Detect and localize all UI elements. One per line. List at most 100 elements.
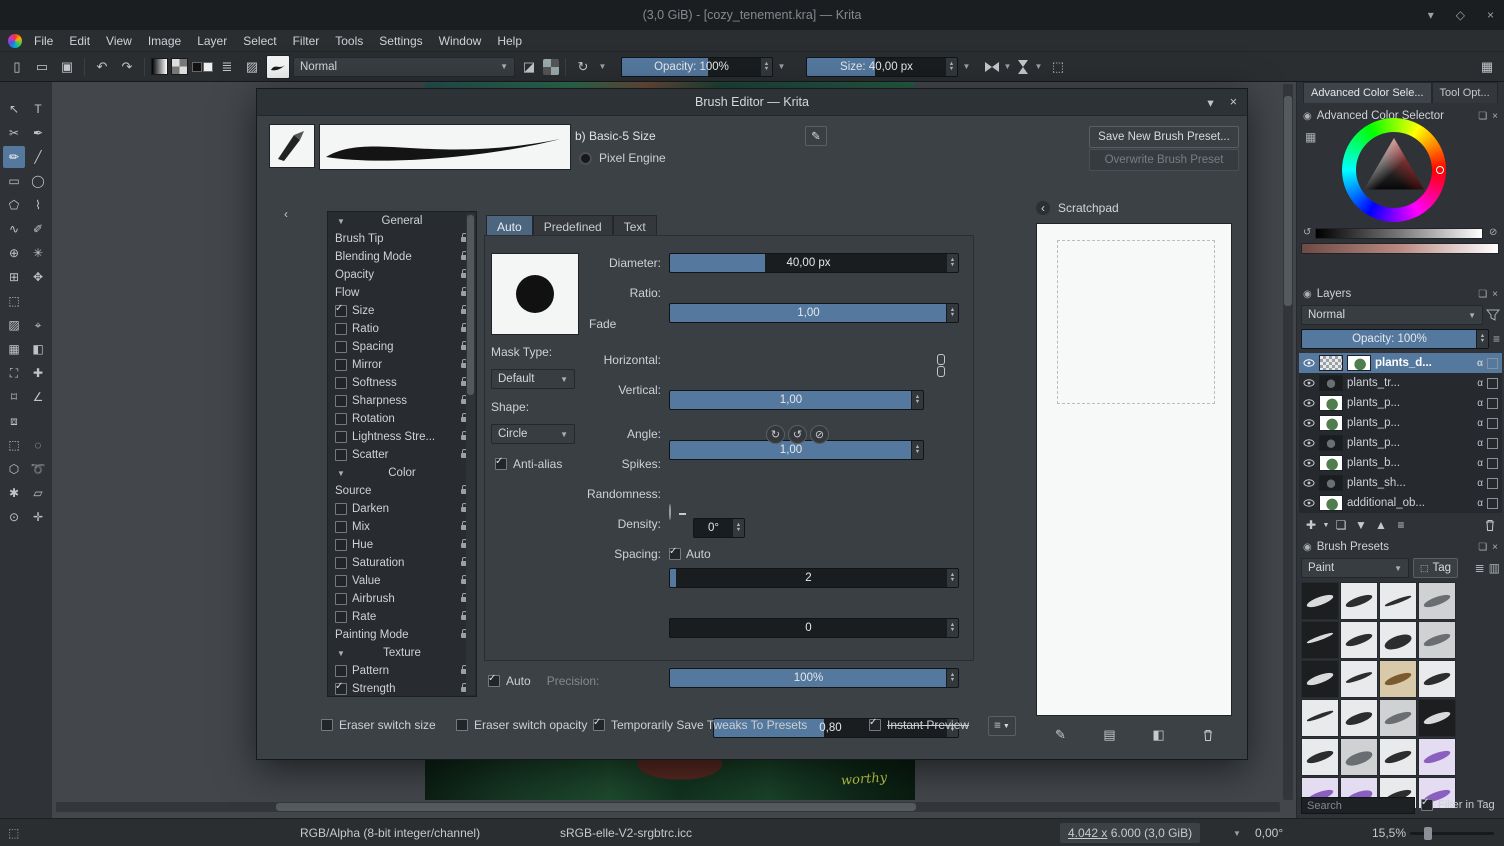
layer-row[interactable]: plants_tr... α [1299,373,1502,393]
alpha-lock-icon[interactable]: α [1477,398,1483,409]
option-darken[interactable]: Darken [328,500,476,518]
option-rate[interactable]: Rate [328,608,476,626]
close-window-icon[interactable]: × [1487,8,1494,22]
spinner-buttons[interactable]: ▲ ▼ [760,57,772,76]
option-scatter[interactable]: Scatter [328,446,476,464]
checkbox[interactable] [335,681,347,695]
undo-icon[interactable]: ↶ [91,56,113,78]
checkbox[interactable] [335,611,347,623]
brush-preset-thumbnail[interactable] [1340,660,1378,698]
brush-preset-thumbnail[interactable] [1379,738,1417,776]
image-size-info[interactable]: 4.042 x 6.000 (3,0 GiB) [1060,823,1201,843]
redo-icon[interactable]: ↷ [116,56,138,78]
brush-preset-thumbnail[interactable] [1301,621,1339,659]
canvas-horizontal-scrollbar[interactable] [56,802,1280,812]
close-docker-icon[interactable]: × [1492,289,1498,300]
layer-thumbnail[interactable] [1319,435,1343,451]
angle-dial[interactable] [669,504,671,520]
chevron-down-icon[interactable]: ▼ [597,57,608,77]
inherit-alpha-icon[interactable] [1487,477,1498,489]
option-brush-tip[interactable]: Brush Tip [328,230,476,248]
fade-horizontal-slider[interactable]: 1,00 ▲ ▼ [669,390,924,410]
checkbox[interactable] [335,539,347,551]
layer-properties-button[interactable]: ≡ [1391,516,1411,534]
enclose-fill-tool-icon[interactable]: ⛶ [3,362,25,384]
eraser-mode-icon[interactable]: ◪ [518,56,540,78]
option-value[interactable]: Value [328,572,476,590]
checkbox[interactable] [335,575,347,587]
text-tool-icon[interactable]: T [27,98,49,120]
pattern-chooser-icon[interactable] [171,58,188,75]
save-new-preset-button[interactable]: Save New Brush Preset... [1089,126,1239,148]
docker-lock-icon[interactable]: ◉ [1303,542,1312,553]
chevron-down-icon[interactable]: ▼ [961,57,972,77]
list-view-icon[interactable]: ≣ [1475,561,1485,575]
option-painting-mode[interactable]: Painting Mode [328,626,476,644]
zoom-slider-thumb[interactable] [1424,827,1432,840]
inherit-alpha-icon[interactable] [1487,357,1498,369]
checkbox[interactable] [335,431,347,443]
inherit-alpha-icon[interactable] [1487,397,1498,409]
rotate-counterclockwise-icon[interactable]: ↺ [788,425,807,444]
brush-smoothing-icon[interactable]: ≣ [216,56,238,78]
option-hue[interactable]: Hue [328,536,476,554]
close-docker-icon[interactable]: × [1492,111,1498,122]
edit-shapes-tool-icon[interactable]: ✂ [3,122,25,144]
mirror-horizontal-icon[interactable] [985,61,999,72]
float-docker-icon[interactable]: ❏ [1478,111,1487,122]
option-ratio[interactable]: Ratio [328,320,476,338]
spinner-buttons[interactable]: ▲ ▼ [732,519,744,537]
line-tool-icon[interactable]: ╱ [27,146,49,168]
maximize-window-icon[interactable]: ◇ [1456,8,1465,22]
spinner-buttons[interactable]: ▲ ▼ [945,57,957,76]
layer-visibility-icon[interactable] [1303,359,1315,367]
tab-predefined[interactable]: Predefined [532,215,613,237]
fg-bg-color-icon[interactable] [191,56,213,78]
checkbox[interactable] [335,303,347,317]
option-pattern[interactable]: Pattern [328,662,476,680]
mask-type-dropdown[interactable]: Default ▼ [491,369,575,389]
layer-row[interactable]: plants_sh... α [1299,473,1502,493]
alpha-lock-icon[interactable]: α [1477,358,1483,369]
save-tweaks-checkbox[interactable] [593,717,605,731]
magnetic-select-tool-icon[interactable]: ▱ [27,482,49,504]
alpha-lock-icon[interactable]: α [1477,378,1483,389]
color-sampler-tool-icon[interactable]: ⌖ [27,314,49,336]
inherit-alpha-icon[interactable] [1487,497,1498,509]
layer-mask-thumbnail[interactable] [1319,355,1343,371]
layer-thumbnail[interactable] [1319,415,1343,431]
brush-preset-thumbnail[interactable] [1379,621,1417,659]
layer-thumbnail[interactable] [1319,455,1343,471]
layer-row[interactable]: plants_b... α [1299,453,1502,473]
collapse-scratchpad-icon[interactable]: ‹ [1036,201,1050,215]
brush-preset-thumbnail[interactable] [1379,582,1417,620]
pattern-tool-icon[interactable]: ▦ [3,338,25,360]
inherit-alpha-icon[interactable] [1487,437,1498,449]
option-rotation[interactable]: Rotation [328,410,476,428]
save-document-icon[interactable]: ▣ [56,56,78,78]
filter-layers-icon[interactable] [1486,308,1500,322]
layer-thumbnail[interactable] [1319,495,1343,511]
precision-auto-checkbox[interactable] [488,673,500,687]
zoom-slider[interactable] [1410,827,1494,840]
zoom-tool-icon[interactable]: ⊙ [3,506,25,528]
layer-visibility-icon[interactable] [1303,459,1315,467]
freehand-brush-tool-icon[interactable]: ✏ [3,146,25,168]
option-lightness-strength[interactable]: Lightness Stre... [328,428,476,446]
similar-select-tool-icon[interactable]: ✱ [3,482,25,504]
brush-preset-thumbnail[interactable] [1301,699,1339,737]
close-docker-icon[interactable]: × [1492,542,1498,553]
ellipse-tool-icon[interactable]: ◯ [27,170,49,192]
gradient-chooser-icon[interactable] [151,58,168,75]
options-section-texture[interactable]: ▼ Texture [328,644,476,662]
opacity-slider[interactable]: Opacity: 100% ▲ ▼ [621,56,773,77]
checkbox[interactable] [335,323,347,335]
option-mirror[interactable]: Mirror [328,356,476,374]
angle-input[interactable]: 0° ▲ ▼ [693,518,745,538]
shade-reset-icon[interactable]: ↺ [1303,227,1311,238]
workspace-chooser-icon[interactable]: ▦ [1476,56,1498,78]
inherit-alpha-icon[interactable] [1487,377,1498,389]
assistants-tool-icon[interactable]: ⌑ [3,386,25,408]
overwrite-preset-button[interactable]: Overwrite Brush Preset [1089,149,1239,171]
polyline-tool-icon[interactable]: ⌇ [27,194,49,216]
